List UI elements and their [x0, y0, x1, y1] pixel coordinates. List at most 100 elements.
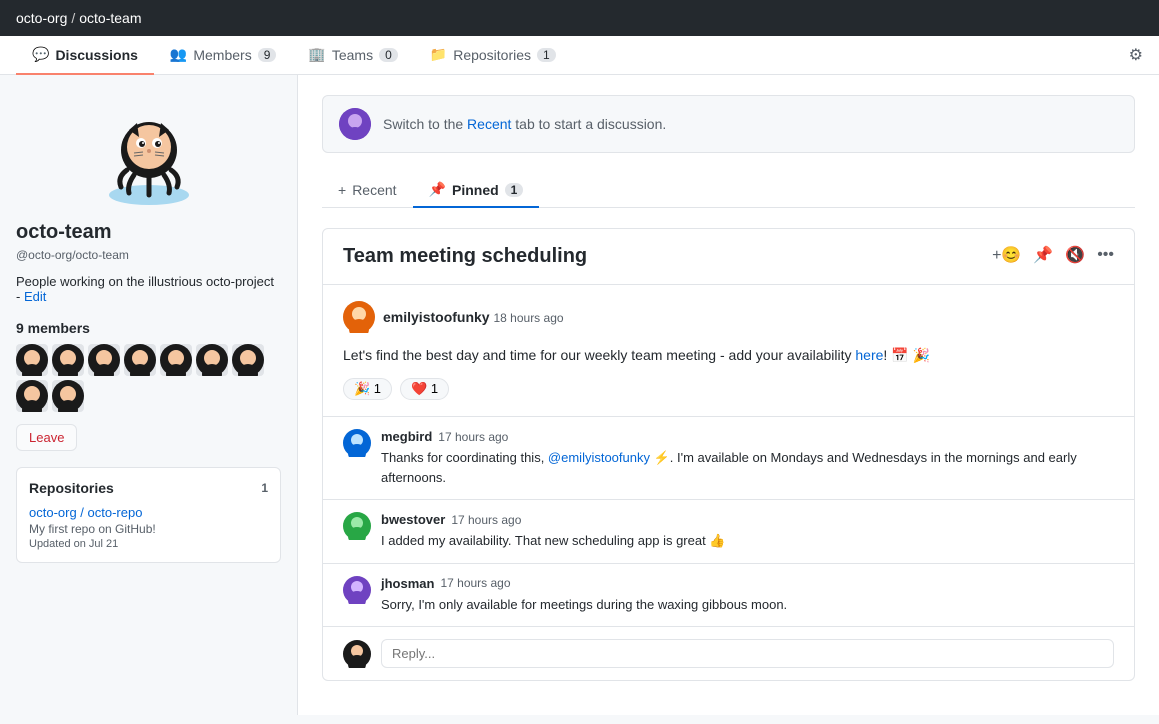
repos-count-badge: 1	[261, 481, 268, 495]
member-avatar[interactable]	[88, 344, 120, 376]
team-handle: @octo-org/octo-team	[16, 248, 281, 262]
reactions: 🎉 1 ❤️ 1	[343, 378, 1114, 400]
comment-2-author-row: bwestover 17 hours ago	[381, 512, 1114, 527]
member-avatar[interactable]	[52, 344, 84, 376]
nav-tabs-bar: 💬 Discussions 👥 Members 9 🏢 Teams 0 📁 Re…	[0, 36, 1159, 75]
repos-count: 1	[537, 48, 556, 62]
info-banner: Switch to the Recent tab to start a disc…	[322, 95, 1135, 153]
settings-icon[interactable]: ⚙	[1129, 45, 1143, 65]
tab-discussions[interactable]: 💬 Discussions	[16, 36, 154, 75]
discussion-header: Team meeting scheduling +😊 📌 🔇 •••	[323, 229, 1134, 285]
pinned-tab-label: Pinned	[452, 182, 499, 198]
member-avatar[interactable]	[124, 344, 156, 376]
org-link[interactable]: octo-org	[16, 10, 67, 26]
reply-area	[323, 626, 1134, 680]
repos-title: Repositories	[29, 480, 114, 496]
member-avatar[interactable]	[232, 344, 264, 376]
sub-tabs: + Recent 📌 Pinned 1	[322, 173, 1135, 208]
comment-3-avatar	[343, 576, 371, 604]
reply-avatar	[343, 640, 371, 668]
members-count: 9	[258, 48, 277, 62]
repo-updated: Updated on Jul 21	[29, 538, 268, 550]
pin-action-button[interactable]: 📌	[1033, 245, 1053, 265]
teams-label: Teams	[332, 47, 373, 63]
comment-2-body: bwestover 17 hours ago I added my availa…	[381, 512, 1114, 551]
comment-2-time: 17 hours ago	[451, 513, 521, 527]
availability-link[interactable]: here	[855, 347, 883, 363]
mute-action-button[interactable]: 🔇	[1065, 245, 1085, 265]
discussion-title: Team meeting scheduling	[343, 245, 587, 268]
members-title: 9 members	[16, 320, 281, 336]
reaction-tada[interactable]: 🎉 1	[343, 378, 392, 400]
comment-3-author-row: jhosman 17 hours ago	[381, 576, 1114, 591]
comment-1-time: 17 hours ago	[438, 430, 508, 444]
discussion-card: Team meeting scheduling +😊 📌 🔇 ••• emily…	[322, 228, 1135, 681]
member-avatar[interactable]	[52, 380, 84, 412]
comment-2-author: bwestover	[381, 512, 445, 527]
reply-input[interactable]	[381, 639, 1114, 668]
team-description: People working on the illustrious octo-p…	[16, 274, 281, 304]
members-icon: 👥	[170, 46, 187, 63]
tab-recent[interactable]: + Recent	[322, 173, 413, 208]
tab-members[interactable]: 👥 Members 9	[154, 36, 292, 75]
tab-teams[interactable]: 🏢 Teams 0	[292, 36, 413, 75]
comment-3: jhosman 17 hours ago Sorry, I'm only ava…	[323, 563, 1134, 627]
post-author-name: emilyistoofunky	[383, 309, 490, 325]
comment-3-text: Sorry, I'm only available for meetings d…	[381, 595, 1114, 615]
main-content: Switch to the Recent tab to start a disc…	[298, 75, 1159, 715]
repo-description: My first repo on GitHub!	[29, 522, 268, 536]
comment-2: bwestover 17 hours ago I added my availa…	[323, 499, 1134, 563]
discussion-actions: +😊 📌 🔇 •••	[992, 245, 1114, 265]
page-layout: octo-team @octo-org/octo-team People wor…	[0, 75, 1159, 715]
banner-text: Switch to the Recent tab to start a disc…	[383, 116, 666, 132]
member-avatar[interactable]	[160, 344, 192, 376]
repositories-label: Repositories	[453, 47, 531, 63]
member-avatar[interactable]	[16, 344, 48, 376]
banner-avatar	[339, 108, 371, 140]
leave-button[interactable]: Leave	[16, 424, 77, 451]
recent-link[interactable]: Recent	[467, 116, 511, 132]
breadcrumb-sep: /	[71, 10, 75, 26]
tab-pinned[interactable]: 📌 Pinned 1	[413, 173, 540, 208]
repo-link[interactable]: octo-org / octo-repo	[29, 505, 142, 520]
pin-icon: 📌	[429, 181, 446, 198]
post-author-row: emilyistoofunky 18 hours ago	[343, 301, 1114, 333]
comment-1-body: megbird 17 hours ago Thanks for coordina…	[381, 429, 1114, 487]
post-author-avatar	[343, 301, 375, 333]
comment-3-author: jhosman	[381, 576, 434, 591]
teams-icon: 🏢	[308, 46, 325, 63]
comment-1-avatar	[343, 429, 371, 457]
comment-1-author: megbird	[381, 429, 432, 444]
recent-tab-label: Recent	[352, 182, 396, 198]
comment-3-body: jhosman 17 hours ago Sorry, I'm only ava…	[381, 576, 1114, 615]
breadcrumb: octo-org / octo-team	[16, 10, 142, 26]
comment-1-author-row: megbird 17 hours ago	[381, 429, 1114, 444]
discussions-icon: 💬	[32, 46, 49, 63]
reaction-heart[interactable]: ❤️ 1	[400, 378, 449, 400]
post-content: Let's find the best day and time for our…	[343, 345, 1114, 366]
member-avatar[interactable]	[16, 380, 48, 412]
comment-3-time: 17 hours ago	[440, 576, 510, 590]
more-action-button[interactable]: •••	[1097, 246, 1114, 264]
members-label: Members	[193, 47, 251, 63]
page-header: octo-org / octo-team	[0, 0, 1159, 36]
emoji-action-button[interactable]: +😊	[992, 245, 1021, 265]
plus-icon: +	[338, 182, 346, 198]
teams-count: 0	[379, 48, 398, 62]
team-link[interactable]: octo-team	[79, 10, 141, 26]
nav-right: ⚙	[1129, 45, 1143, 65]
comment-row: megbird 17 hours ago Thanks for coordina…	[343, 429, 1114, 487]
comment-2-text: I added my availability. That new schedu…	[381, 531, 1114, 551]
member-avatar[interactable]	[196, 344, 228, 376]
comment-1: megbird 17 hours ago Thanks for coordina…	[323, 416, 1134, 499]
team-name: octo-team	[16, 221, 281, 244]
edit-link[interactable]: Edit	[24, 289, 46, 304]
repositories-icon: 📁	[430, 46, 447, 63]
discussions-label: Discussions	[55, 47, 137, 63]
comment-2-avatar	[343, 512, 371, 540]
tab-repositories[interactable]: 📁 Repositories 1	[414, 36, 572, 75]
team-avatar	[99, 95, 199, 205]
member-avatars	[16, 344, 281, 412]
discussion-body: emilyistoofunky 18 hours ago Let's find …	[323, 285, 1134, 416]
sidebar: octo-team @octo-org/octo-team People wor…	[0, 75, 298, 715]
